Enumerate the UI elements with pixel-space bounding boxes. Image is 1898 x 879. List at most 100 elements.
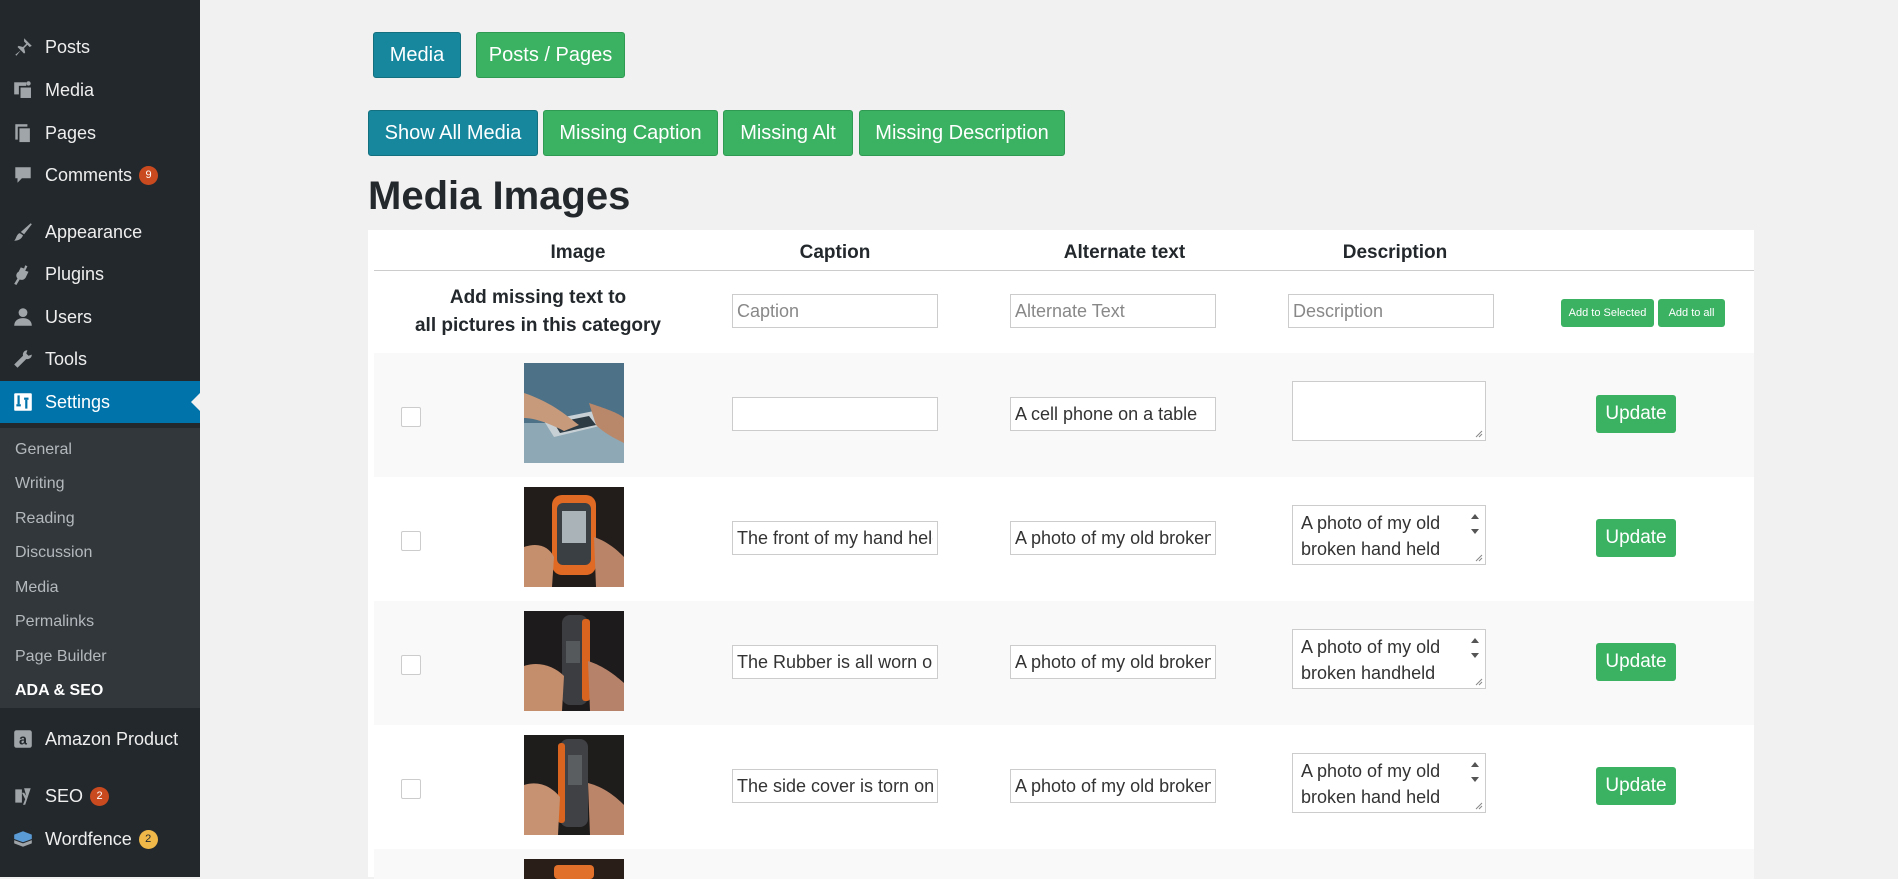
svg-text:a: a [19,733,28,749]
sidebar-item-tools[interactable]: Tools [0,338,200,380]
media-thumbnail[interactable] [524,487,624,587]
sidebar-item-plugins[interactable]: Plugins [0,253,200,295]
table-row: Update [374,353,1754,477]
sidebar-item-comments[interactable]: Comments 9 [0,154,200,196]
row-select-checkbox[interactable] [401,779,421,799]
sidebar-item-users[interactable]: Users [0,296,200,338]
media-toggle-button[interactable]: Media [373,32,461,78]
table-row: A photo of my old broken handheld Update [374,601,1754,725]
column-header-alt: Alternate text [1063,242,1186,263]
table-row: A photo of my old broken hand held Updat… [374,477,1754,601]
resize-grip-icon[interactable] [1473,428,1483,438]
header-divider [374,270,1754,271]
comments-count-badge: 9 [139,165,159,185]
sidebar-item-label: Amazon Product [45,728,179,749]
alt-text-input[interactable] [1010,397,1216,431]
description-textarea[interactable]: A photo of my old broken hand held [1292,753,1486,813]
sidebar-item-label: Users [45,306,93,327]
page-title: Media Images [368,174,631,218]
media-icon [12,79,34,101]
yoast-icon [12,785,34,807]
media-thumbnail[interactable] [524,735,624,835]
submenu-general[interactable]: General [15,437,72,463]
update-button[interactable]: Update [1596,767,1676,805]
sidebar-item-media[interactable]: Media [0,69,200,111]
pages-icon [12,122,34,144]
missing-caption-button[interactable]: Missing Caption [543,110,718,156]
sidebar-item-pages[interactable]: Pages [0,112,200,154]
sidebar-item-amazon-product[interactable]: a Amazon Product [0,718,200,760]
admin-sidebar: Posts Media Pages Comments 9 Appearance … [0,0,200,877]
wrench-icon [12,348,34,370]
alt-text-input[interactable] [1010,769,1216,803]
media-table: Image Caption Alternate text Description… [368,230,1754,879]
posts-pages-toggle-button[interactable]: Posts / Pages [476,32,625,78]
submenu-discussion[interactable]: Discussion [15,540,92,566]
brush-icon [12,221,34,243]
show-all-media-button[interactable]: Show All Media [368,110,538,156]
description-textarea[interactable]: A photo of my old broken handheld [1292,629,1486,689]
caption-input[interactable] [732,769,938,803]
sidebar-item-settings[interactable]: Settings [0,381,200,423]
scroll-arrows-icon[interactable] [1467,756,1483,788]
sidebar-item-label: Appearance [45,221,143,242]
bulk-add-label: Add missing text to all pictures in this… [403,284,673,340]
submenu-ada-seo[interactable]: ADA & SEO [15,678,103,704]
pin-icon [12,36,34,58]
resize-grip-icon[interactable] [1473,552,1483,562]
resize-grip-icon[interactable] [1473,676,1483,686]
table-row [374,849,1754,879]
update-button[interactable]: Update [1596,519,1676,557]
row-select-checkbox[interactable] [401,407,421,427]
media-thumbnail[interactable] [524,859,624,879]
seo-count-badge: 2 [90,786,110,806]
alt-text-input[interactable] [1010,645,1216,679]
sidebar-item-label: SEO [45,785,84,806]
column-header-caption: Caption [799,242,871,263]
submenu-permalinks[interactable]: Permalinks [15,609,94,635]
scroll-arrows-icon[interactable] [1467,632,1483,664]
caption-input[interactable] [732,645,938,679]
sidebar-item-label: Plugins [45,263,105,284]
missing-description-button[interactable]: Missing Description [859,110,1065,156]
resize-grip-icon[interactable] [1473,800,1483,810]
submenu-page-builder[interactable]: Page Builder [15,644,107,670]
sidebar-item-seo[interactable]: SEO 2 [0,775,200,817]
bulk-caption-input[interactable] [732,294,938,328]
update-button[interactable]: Update [1596,643,1676,681]
sidebar-item-appearance[interactable]: Appearance [0,211,200,253]
submenu-media[interactable]: Media [15,575,59,601]
settings-submenu: General Writing Reading Discussion Media… [0,428,200,708]
media-thumbnail[interactable] [524,363,624,463]
user-icon [12,306,34,328]
media-thumbnail[interactable] [524,611,624,711]
column-header-image: Image [550,242,606,263]
table-row: A photo of my old broken hand held Updat… [374,725,1754,849]
missing-alt-button[interactable]: Missing Alt [723,110,853,156]
description-textarea[interactable]: A photo of my old broken hand held [1292,505,1486,565]
sidebar-item-label: Wordfence [45,828,132,849]
wordfence-icon [12,828,34,850]
caption-input[interactable] [732,521,938,555]
scroll-arrows-icon[interactable] [1467,508,1483,540]
add-to-selected-button[interactable]: Add to Selected [1561,299,1654,327]
submenu-writing[interactable]: Writing [15,471,65,497]
bulk-description-input[interactable] [1288,294,1494,328]
add-to-all-button[interactable]: Add to all [1658,299,1725,327]
sidebar-item-label: Tools [45,348,88,369]
caption-input[interactable] [732,397,938,431]
sidebar-item-wordfence[interactable]: Wordfence 2 [0,818,200,860]
sidebar-item-posts[interactable]: Posts [0,26,200,68]
description-text: A photo of my old broken hand held [1301,761,1441,807]
row-select-checkbox[interactable] [401,655,421,675]
sidebar-item-label: Pages [45,122,97,143]
description-textarea[interactable] [1292,381,1486,441]
sidebar-item-label: Media [45,79,95,100]
alt-text-input[interactable] [1010,521,1216,555]
bulk-alt-input[interactable] [1010,294,1216,328]
plug-icon [12,263,34,285]
update-button[interactable]: Update [1596,395,1676,433]
row-select-checkbox[interactable] [401,531,421,551]
submenu-reading[interactable]: Reading [15,506,75,532]
amazon-icon: a [12,728,34,750]
